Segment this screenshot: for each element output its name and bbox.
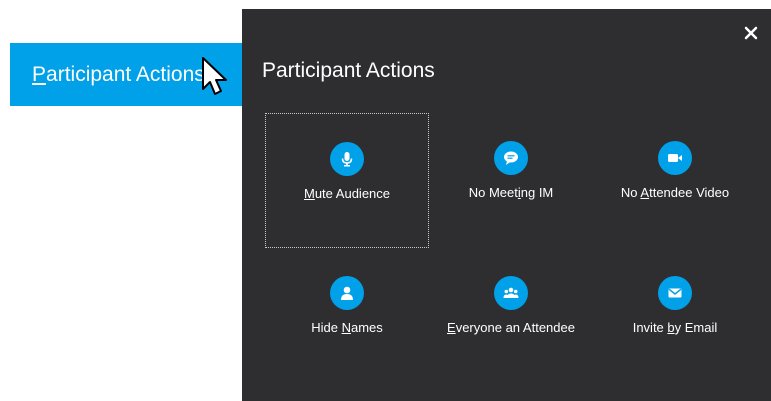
everyone-an-attendee-button[interactable]: Everyone an Attendee: [429, 248, 593, 383]
no-attendee-video-label: No Attendee Video: [620, 185, 730, 200]
video-camera-icon: [658, 141, 692, 175]
no-attendee-video-button[interactable]: No Attendee Video: [593, 113, 757, 248]
hide-names-button[interactable]: Hide Names: [265, 248, 429, 383]
group-icon: [494, 276, 528, 310]
participant-actions-panel: Participant Actions Mute Audience No Mee…: [242, 9, 771, 401]
invite-by-email-label: Invite by Email: [632, 320, 718, 335]
envelope-icon: [658, 276, 692, 310]
close-icon[interactable]: [743, 25, 759, 41]
actions-grid: Mute Audience No Meeting IM No Attendee …: [265, 113, 757, 383]
invite-by-email-button[interactable]: Invite by Email: [593, 248, 757, 383]
mute-audience-button[interactable]: Mute Audience: [265, 113, 429, 248]
chat-bubble-icon: [494, 141, 528, 175]
microphone-icon: [330, 142, 364, 176]
participant-actions-label: Participant Actions: [32, 63, 205, 86]
person-icon: [330, 276, 364, 310]
no-meeting-im-button[interactable]: No Meeting IM: [429, 113, 593, 248]
participant-actions-button[interactable]: Participant Actions: [10, 43, 242, 106]
panel-title: Participant Actions: [262, 59, 435, 82]
